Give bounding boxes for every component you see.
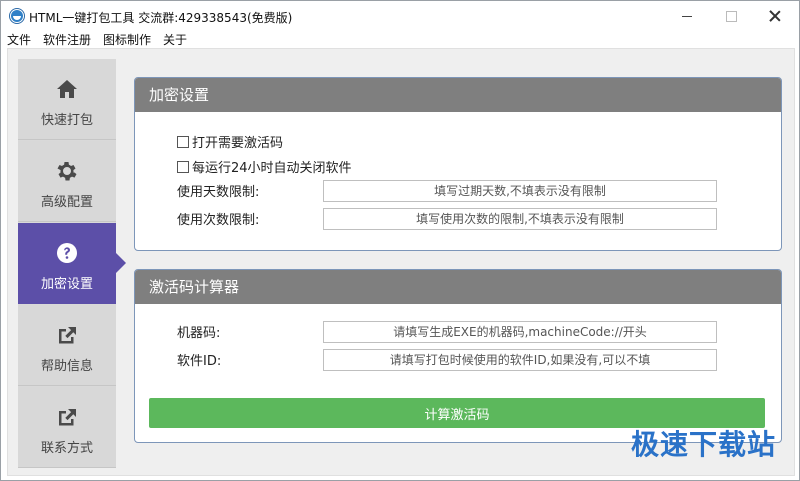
activation-code-checkbox-row[interactable]: 打开需要激活码 bbox=[177, 132, 283, 151]
app-logo-icon bbox=[9, 8, 25, 24]
sidebar-item-label: 快速打包 bbox=[40, 113, 93, 128]
machine-code-input[interactable] bbox=[323, 321, 717, 343]
panel-title: 加密设置 bbox=[135, 78, 781, 112]
days-limit-label: 使用天数限制: bbox=[177, 185, 260, 200]
app-window: HTML一键打包工具 交流群:429338543(免费版) 文件 软件注册 图标… bbox=[0, 0, 800, 481]
activation-calculator-panel: 激活码计算器 机器码: 软件ID: 计算激活码 bbox=[134, 269, 782, 443]
sidebar-item-label: 帮助信息 bbox=[40, 359, 93, 374]
encryption-settings-panel: 加密设置 打开需要激活码 每运行24小时自动关闭软件 使用天数限制: 使用次数限… bbox=[134, 77, 782, 251]
auto-close-label: 每运行24小时自动关闭软件 bbox=[192, 161, 352, 176]
maximize-icon bbox=[725, 10, 737, 22]
menu-about[interactable]: 关于 bbox=[157, 32, 193, 48]
menu-bar: 文件 软件注册 图标制作 关于 bbox=[1, 31, 799, 48]
menu-file[interactable]: 文件 bbox=[1, 32, 37, 48]
menu-register[interactable]: 软件注册 bbox=[37, 32, 97, 48]
sidebar-item-label: 高级配置 bbox=[40, 195, 93, 210]
times-limit-label: 使用次数限制: bbox=[177, 213, 260, 228]
software-id-label: 软件ID: bbox=[177, 354, 222, 369]
home-icon bbox=[57, 80, 77, 98]
panel-title: 激活码计算器 bbox=[135, 270, 781, 304]
sidebar-item-advanced-config[interactable]: 高级配置 bbox=[18, 141, 116, 222]
auto-close-checkbox[interactable] bbox=[177, 160, 189, 173]
sidebar-item-label: 加密设置 bbox=[40, 277, 93, 292]
main-content: 快速打包 高级配置 加密设置 帮助信息 联系方式 加密设置 打开需要激活码 每运… bbox=[7, 48, 795, 476]
sidebar: 快速打包 高级配置 加密设置 帮助信息 联系方式 bbox=[18, 59, 126, 468]
title-bar: HTML一键打包工具 交流群:429338543(免费版) bbox=[1, 1, 799, 31]
sidebar-item-label: 联系方式 bbox=[40, 441, 93, 456]
software-id-input[interactable] bbox=[323, 349, 717, 371]
sidebar-item-quick-pack[interactable]: 快速打包 bbox=[18, 59, 116, 140]
machine-code-label: 机器码: bbox=[177, 326, 221, 341]
maximize-button[interactable] bbox=[709, 1, 753, 31]
minimize-button[interactable] bbox=[665, 1, 709, 31]
sidebar-item-help[interactable]: 帮助信息 bbox=[18, 305, 116, 386]
sidebar-item-encryption[interactable]: 加密设置 bbox=[18, 223, 126, 304]
close-icon bbox=[769, 10, 781, 22]
days-limit-input[interactable] bbox=[323, 180, 717, 202]
times-limit-input[interactable] bbox=[323, 208, 717, 230]
auto-close-checkbox-row[interactable]: 每运行24小时自动关闭软件 bbox=[177, 157, 352, 176]
activation-code-checkbox[interactable] bbox=[177, 135, 189, 148]
minimize-icon bbox=[682, 15, 692, 17]
close-button[interactable] bbox=[753, 1, 797, 31]
site-watermark: 极速下载站 bbox=[630, 428, 776, 461]
menu-icon-maker[interactable]: 图标制作 bbox=[97, 32, 157, 48]
share-icon bbox=[59, 327, 76, 344]
share-icon bbox=[59, 409, 76, 426]
window-title: HTML一键打包工具 交流群:429338543(免费版) bbox=[29, 11, 293, 25]
question-icon bbox=[57, 243, 77, 263]
activation-code-label: 打开需要激活码 bbox=[192, 136, 284, 151]
gear-icon bbox=[57, 162, 77, 181]
sidebar-item-contact[interactable]: 联系方式 bbox=[18, 387, 116, 468]
